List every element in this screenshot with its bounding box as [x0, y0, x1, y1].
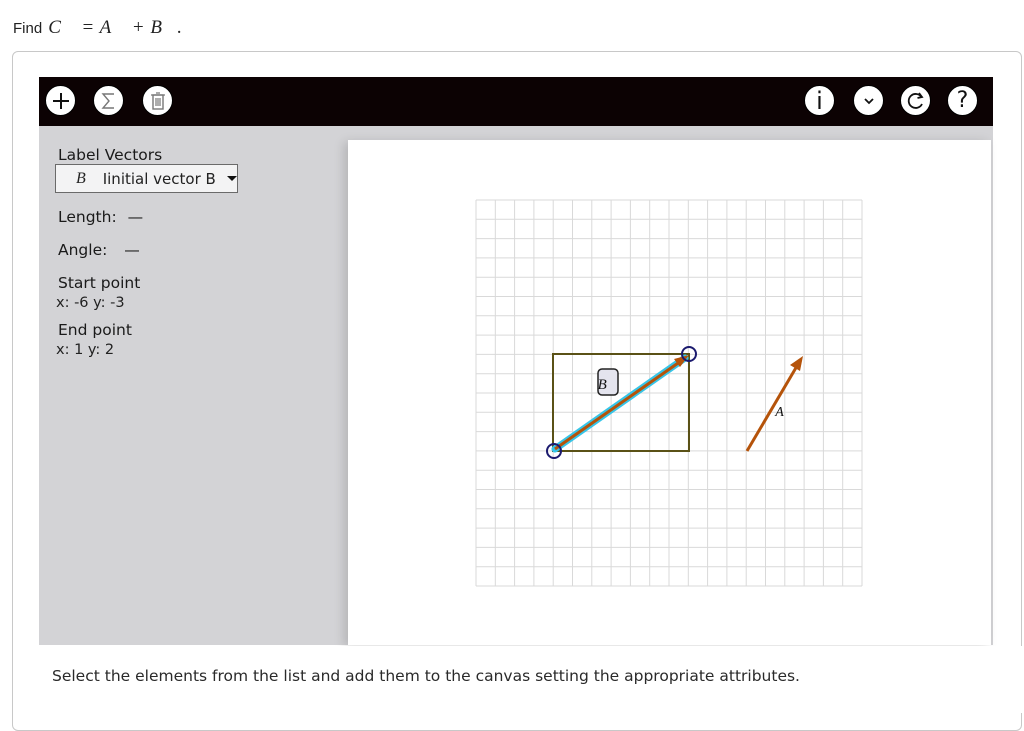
grid [475, 199, 863, 587]
dropdown-value: Iinitial vector B [102, 169, 216, 188]
vector-b-label: B⃗ [598, 377, 619, 393]
add-button[interactable] [45, 85, 76, 116]
instructions-footer: Select the elements from the list and ad… [13, 646, 1022, 713]
vector-label-dropdown[interactable]: B⃗ Iinitial vector B [55, 164, 238, 193]
vector-widget: i ? Label Vectors B⃗ Iinitial vector B L… [39, 77, 993, 645]
canvas-svg: B⃗ A⃗ [475, 199, 863, 587]
question-text: Find C⃗ = A⃗ + B⃗. [13, 17, 182, 39]
angle-label: Angle: — [58, 241, 140, 259]
label-vectors-title: Label Vectors [58, 146, 163, 164]
trash-icon [150, 91, 165, 110]
toolbar: i ? [39, 77, 993, 126]
instruction-text: Select the elements from the list and ad… [52, 667, 800, 685]
end-point-value: x: 1 y: 2 [56, 342, 115, 358]
question-prefix: Find [13, 19, 43, 37]
length-value: — [127, 208, 144, 226]
end-point-label: End point [58, 321, 132, 339]
reset-icon [907, 91, 924, 109]
chevron-down-icon [863, 97, 874, 104]
sum-button[interactable] [93, 85, 124, 116]
info-icon: i [816, 86, 823, 115]
angle-value: — [124, 241, 140, 259]
info-button[interactable]: i [804, 85, 835, 116]
add-icon [52, 92, 69, 109]
start-point-value: x: -6 y: -3 [56, 295, 125, 311]
expand-button[interactable] [853, 85, 884, 116]
dropdown-caret-icon [226, 176, 237, 181]
length-label: Length: — [58, 208, 144, 226]
dropdown-symbol: B⃗ [76, 169, 99, 187]
sum-icon [100, 92, 114, 109]
sidebar: Label Vectors B⃗ Iinitial vector B Lengt… [39, 126, 339, 645]
delete-button[interactable] [142, 85, 173, 116]
vector-a-arrowhead [790, 356, 803, 371]
help-icon: ? [956, 87, 969, 113]
reset-button[interactable] [900, 85, 931, 116]
vector-a-label: A⃗ [774, 405, 794, 420]
drawing-canvas[interactable]: B⃗ A⃗ [348, 140, 991, 645]
question-formula: C⃗ = A⃗ + B⃗. [48, 17, 183, 38]
help-button[interactable]: ? [947, 85, 978, 116]
start-point-label: Start point [58, 274, 141, 292]
